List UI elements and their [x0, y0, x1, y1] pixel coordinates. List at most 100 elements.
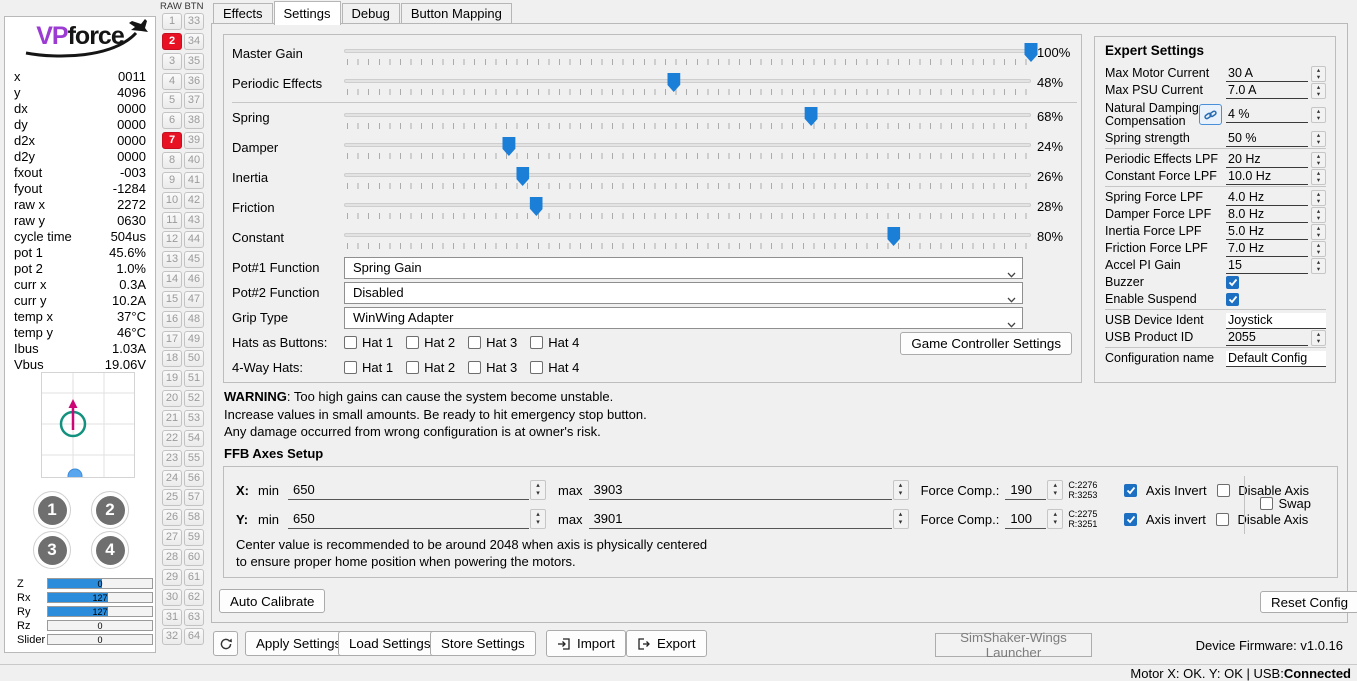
raw-button-13[interactable]: 13 — [162, 251, 182, 268]
axis-max-field[interactable]: 3901 ▴ ▾ — [588, 509, 909, 529]
raw-button-62[interactable]: 62 — [184, 589, 204, 606]
spinner-buttons[interactable]: ▴ ▾ — [1311, 82, 1326, 99]
spin-down-icon[interactable]: ▾ — [1317, 177, 1320, 184]
hat-checkbox-item[interactable]: Hat 3 — [468, 335, 517, 350]
spin-up-icon[interactable]: ▴ — [1317, 84, 1320, 91]
spin-down-icon[interactable]: ▾ — [1317, 249, 1320, 256]
raw-button-19[interactable]: 19 — [162, 370, 182, 387]
spinner-buttons[interactable]: ▴ ▾ — [892, 509, 909, 529]
slider-track[interactable] — [344, 73, 1031, 101]
raw-button-49[interactable]: 49 — [184, 331, 204, 348]
expert-spin-value[interactable]: 20 Hz — [1226, 152, 1308, 168]
export-button[interactable]: Export — [626, 630, 707, 657]
spin-down-icon[interactable]: ▾ — [899, 490, 903, 498]
spin-up-icon[interactable]: ▴ — [536, 511, 540, 519]
raw-button-37[interactable]: 37 — [184, 92, 204, 109]
spin-up-icon[interactable]: ▴ — [1317, 132, 1320, 139]
raw-button-47[interactable]: 47 — [184, 291, 204, 308]
spinner-buttons[interactable]: ▴ ▾ — [1311, 240, 1326, 257]
raw-button-16[interactable]: 16 — [162, 311, 182, 328]
axis-max-value[interactable]: 3903 — [588, 480, 892, 500]
axis-min-field[interactable]: 650 ▴ ▾ — [288, 480, 546, 500]
axis-invert-option[interactable]: Axis invert — [1124, 512, 1206, 527]
slider-track[interactable] — [344, 137, 1031, 165]
spin-down-icon[interactable]: ▾ — [1317, 338, 1320, 345]
expert-spin-value[interactable]: 7.0 A — [1226, 83, 1308, 99]
spin-down-icon[interactable]: ▾ — [1317, 139, 1320, 146]
raw-button-17[interactable]: 17 — [162, 331, 182, 348]
spinner-buttons[interactable]: ▴ ▾ — [1311, 65, 1326, 82]
hat-checkbox[interactable] — [530, 361, 544, 374]
raw-button-22[interactable]: 22 — [162, 430, 182, 447]
raw-button-9[interactable]: 9 — [162, 172, 182, 189]
spinner-buttons[interactable]: ▴ ▾ — [1311, 223, 1326, 240]
spin-up-icon[interactable]: ▴ — [1317, 331, 1320, 338]
expert-spin-value[interactable]: 4 % — [1226, 107, 1308, 123]
spin-up-icon[interactable]: ▴ — [1317, 242, 1320, 249]
tab-debug[interactable]: Debug — [341, 3, 400, 24]
spin-up-icon[interactable]: ▴ — [1317, 208, 1320, 215]
auto-calibrate-button[interactable]: Auto Calibrate — [219, 589, 326, 613]
raw-button-7[interactable]: 7 — [162, 132, 182, 149]
axis-min-value[interactable]: 650 — [288, 480, 529, 500]
force-comp-value[interactable]: 100 — [1005, 509, 1047, 529]
load-settings-button[interactable]: Load Settings — [338, 631, 442, 656]
buzzer-checkbox[interactable] — [1226, 276, 1239, 289]
disable-axis-checkbox[interactable] — [1216, 483, 1230, 497]
expert-spin-value[interactable]: 8.0 Hz — [1226, 207, 1308, 223]
spinner-buttons[interactable]: ▴ ▾ — [1311, 189, 1326, 206]
hat-checkbox-item[interactable]: Hat 2 — [406, 335, 455, 350]
raw-button-30[interactable]: 30 — [162, 589, 182, 606]
hat-checkbox-item[interactable]: Hat 2 — [406, 360, 455, 375]
axis-invert-checkbox[interactable] — [1124, 483, 1138, 497]
reset-config-button[interactable]: Reset Config — [1260, 591, 1357, 613]
force-comp-field[interactable]: 100 ▴ ▾ — [1005, 509, 1064, 529]
spin-up-icon[interactable]: ▴ — [1317, 153, 1320, 160]
spinner-buttons[interactable]: ▴ ▾ — [1047, 509, 1064, 529]
raw-button-29[interactable]: 29 — [162, 569, 182, 586]
hat-checkbox-item[interactable]: Hat 1 — [344, 335, 393, 350]
spin-down-icon[interactable]: ▾ — [1317, 115, 1320, 122]
slider-track[interactable] — [344, 197, 1031, 225]
raw-button-20[interactable]: 20 — [162, 390, 182, 407]
raw-button-53[interactable]: 53 — [184, 410, 204, 427]
raw-button-60[interactable]: 60 — [184, 549, 204, 566]
spin-up-icon[interactable]: ▴ — [1054, 482, 1058, 490]
expert-spin-value[interactable]: 4.0 Hz — [1226, 190, 1308, 206]
raw-button-33[interactable]: 33 — [184, 13, 204, 30]
raw-button-51[interactable]: 51 — [184, 370, 204, 387]
raw-button-64[interactable]: 64 — [184, 628, 204, 645]
raw-button-57[interactable]: 57 — [184, 489, 204, 506]
expert-spin-value[interactable]: 7.0 Hz — [1226, 241, 1308, 257]
spinner-buttons[interactable]: ▴ ▾ — [1311, 257, 1326, 274]
raw-button-28[interactable]: 28 — [162, 549, 182, 566]
raw-button-50[interactable]: 50 — [184, 350, 204, 367]
spinner-buttons[interactable]: ▴ ▾ — [1311, 106, 1326, 123]
spin-down-icon[interactable]: ▾ — [1317, 266, 1320, 273]
spin-down-icon[interactable]: ▾ — [1317, 160, 1320, 167]
spin-down-icon[interactable]: ▾ — [1317, 198, 1320, 205]
expert-spin-value[interactable]: 50 % — [1226, 131, 1308, 147]
raw-button-1[interactable]: 1 — [162, 13, 182, 30]
expert-text-input[interactable]: Joystick — [1226, 312, 1326, 329]
spinner-buttons[interactable]: ▴ ▾ — [530, 480, 546, 500]
slider-track[interactable] — [344, 43, 1038, 71]
raw-button-25[interactable]: 25 — [162, 489, 182, 506]
raw-button-43[interactable]: 43 — [184, 212, 204, 229]
hat-checkbox[interactable] — [468, 361, 482, 374]
hat-checkbox-item[interactable]: Hat 3 — [468, 360, 517, 375]
spin-down-icon[interactable]: ▾ — [1054, 490, 1058, 498]
raw-button-36[interactable]: 36 — [184, 73, 204, 90]
raw-button-56[interactable]: 56 — [184, 470, 204, 487]
raw-button-44[interactable]: 44 — [184, 231, 204, 248]
simshaker-wings-launcher-button[interactable]: SimShaker-Wings Launcher — [935, 630, 1092, 660]
hat-checkbox[interactable] — [406, 336, 420, 349]
refresh-button[interactable] — [213, 631, 238, 656]
raw-button-34[interactable]: 34 — [184, 33, 204, 50]
spin-up-icon[interactable]: ▴ — [1317, 108, 1320, 115]
spin-up-icon[interactable]: ▴ — [1317, 170, 1320, 177]
swap-checkbox[interactable] — [1260, 497, 1274, 510]
hat-checkbox[interactable] — [468, 336, 482, 349]
raw-button-23[interactable]: 23 — [162, 450, 182, 467]
raw-button-2[interactable]: 2 — [162, 33, 182, 50]
